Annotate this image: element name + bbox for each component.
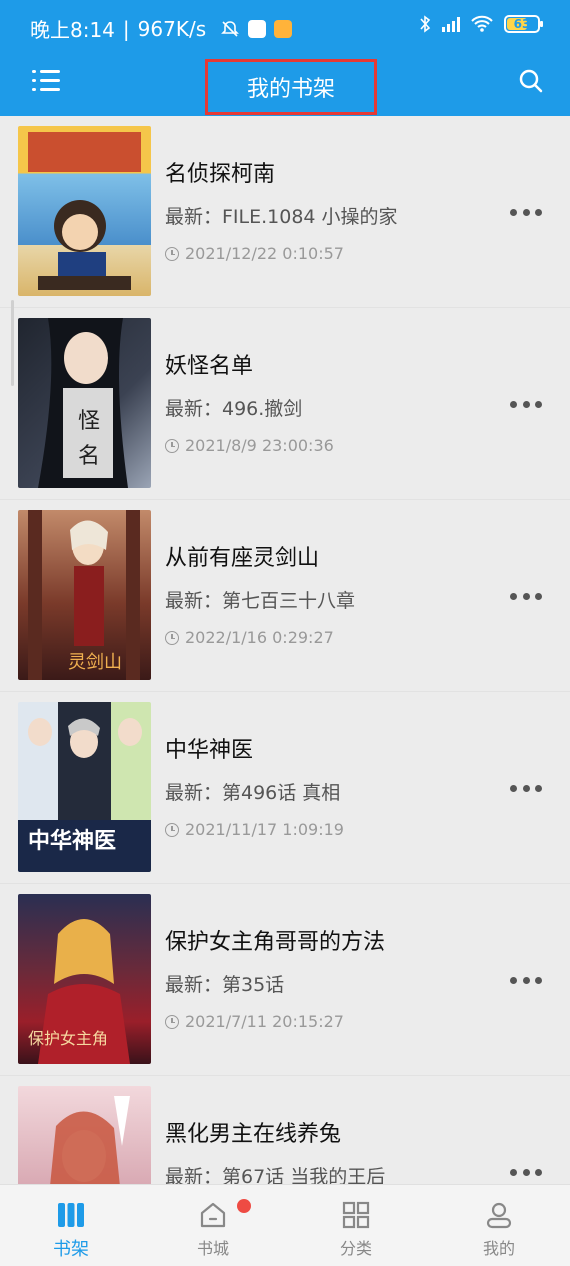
battery-icon: 63 (504, 15, 543, 33)
book-update-time: 2022/1/16 0:29:27 (165, 628, 334, 647)
clock-icon (165, 1014, 179, 1029)
book-time-text: 2021/12/22 0:10:57 (185, 244, 344, 263)
signal-icon (442, 16, 460, 32)
search-icon[interactable] (518, 68, 544, 94)
bookshelf-icon (58, 1203, 84, 1227)
book-latest-chapter: 最新：496.撤剑 (165, 398, 303, 420)
scrollbar[interactable] (11, 300, 14, 386)
svg-text:名: 名 (78, 444, 100, 469)
cover-art: 怪 名 (38, 318, 128, 488)
clock-icon (165, 822, 179, 837)
nav-item-category[interactable]: 分类 (285, 1185, 427, 1266)
battery-level: 63 (513, 17, 531, 31)
book-update-time: 2021/7/11 20:15:27 (165, 1012, 344, 1031)
book-latest-chapter: 最新：第七百三十八章 (165, 590, 356, 612)
nav-label: 书城 (196, 1239, 229, 1258)
book-title[interactable]: 从前有座灵剑山 (165, 540, 319, 572)
bluetooth-icon (420, 15, 431, 33)
app-notification-icon (248, 19, 267, 38)
bell-off-icon (221, 20, 240, 37)
book-item[interactable]: 灵剑山 从前有座灵剑山 最新：第七百三十八章 2022/1/16 0:29:27 (0, 500, 570, 692)
menu-icon[interactable] (32, 66, 64, 94)
more-options-icon[interactable] (510, 1166, 542, 1178)
status-bar: 晚上8:14 | 967K/s 63 (0, 0, 570, 56)
cover-art (28, 132, 141, 290)
user-icon (486, 1202, 512, 1229)
nav-item-bookshelf[interactable]: 书架 (0, 1185, 142, 1266)
bottom-navigation: 书架 书城 分类 我的 (0, 1184, 570, 1266)
book-latest-chapter: 最新：第35话 (165, 974, 285, 996)
nav-label: 我的 (482, 1239, 515, 1258)
nav-label: 分类 (339, 1239, 372, 1258)
status-time: 晚上8:14 (30, 18, 115, 42)
book-time-text: 2021/7/11 20:15:27 (185, 1012, 344, 1031)
book-time-text: 2021/8/9 23:00:36 (185, 436, 334, 455)
book-item[interactable]: 保护女主角 保护女主角哥哥的方法 最新：第35话 2021/7/11 20:15… (0, 884, 570, 1076)
app-notification-icon-2 (274, 19, 293, 38)
svg-text:保护女主角: 保护女主角 (28, 1029, 108, 1048)
book-title[interactable]: 黑化男主在线养兔 (165, 1116, 341, 1148)
more-options-icon[interactable] (510, 206, 542, 218)
book-cover[interactable] (18, 126, 151, 296)
book-update-time: 2021/12/22 0:10:57 (165, 244, 344, 263)
book-title[interactable]: 保护女主角哥哥的方法 (165, 924, 385, 956)
home-icon (200, 1202, 226, 1228)
notification-badge (237, 1199, 251, 1213)
book-item[interactable]: 怪 名 妖怪名单 最新：496.撤剑 2021/8/9 23:00:36 (0, 308, 570, 500)
book-latest-chapter: 最新：FILE.1084 小操的家 (165, 206, 398, 228)
page-title: 我的书架 (205, 59, 377, 115)
bookshelf-list: 名侦探柯南 最新：FILE.1084 小操的家 2021/12/22 0:10:… (0, 116, 570, 1184)
status-notification-icons (220, 19, 293, 39)
app-bar: 我的书架 (0, 56, 570, 116)
clock-icon (165, 630, 179, 645)
status-left: 晚上8:14 | 967K/s (30, 14, 293, 43)
book-update-time: 2021/11/17 1:09:19 (165, 820, 344, 839)
status-separator: | (122, 16, 130, 41)
svg-text:怪: 怪 (78, 409, 100, 434)
book-cover[interactable] (18, 1086, 151, 1184)
clock-icon (165, 246, 179, 261)
cover-art: 中华神医 (18, 718, 151, 872)
cover-art: 保护女主角 (28, 919, 130, 1064)
status-speed: 967K/s (137, 16, 207, 41)
category-icon (342, 1201, 370, 1229)
svg-text:灵剑山: 灵剑山 (68, 652, 122, 673)
book-item[interactable]: 黑化男主在线养兔 最新：第67话 当我的王后 (0, 1076, 570, 1184)
book-cover[interactable]: 保护女主角 (18, 894, 151, 1064)
book-title[interactable]: 名侦探柯南 (165, 156, 275, 188)
cover-art (50, 1096, 130, 1184)
book-item[interactable]: 中华神医 中华神医 最新：第496话 真相 2021/11/17 1:09:19 (0, 692, 570, 884)
svg-text:中华神医: 中华神医 (28, 828, 116, 854)
wifi-icon (471, 15, 493, 32)
book-time-text: 2021/11/17 1:09:19 (185, 820, 344, 839)
cover-art: 灵剑山 (28, 510, 140, 680)
book-item[interactable]: 名侦探柯南 最新：FILE.1084 小操的家 2021/12/22 0:10:… (0, 116, 570, 308)
book-cover[interactable]: 灵剑山 (18, 510, 151, 680)
more-options-icon[interactable] (510, 782, 542, 794)
status-right: 63 (418, 14, 543, 34)
nav-item-store[interactable]: 书城 (142, 1185, 284, 1266)
book-cover[interactable]: 怪 名 (18, 318, 151, 488)
book-cover[interactable]: 中华神医 (18, 702, 151, 872)
nav-label: 书架 (53, 1239, 89, 1260)
book-time-text: 2022/1/16 0:29:27 (185, 628, 334, 647)
book-title[interactable]: 中华神医 (165, 732, 253, 764)
book-title[interactable]: 妖怪名单 (165, 348, 253, 380)
more-options-icon[interactable] (510, 974, 542, 986)
header: 晚上8:14 | 967K/s 63 我的书架 (0, 0, 570, 116)
more-options-icon[interactable] (510, 398, 542, 410)
clock-icon (165, 438, 179, 453)
book-latest-chapter: 最新：第67话 当我的王后 (165, 1166, 386, 1184)
book-update-time: 2021/8/9 23:00:36 (165, 436, 334, 455)
book-latest-chapter: 最新：第496话 真相 (165, 782, 341, 804)
nav-item-profile[interactable]: 我的 (428, 1185, 570, 1266)
more-options-icon[interactable] (510, 590, 542, 602)
